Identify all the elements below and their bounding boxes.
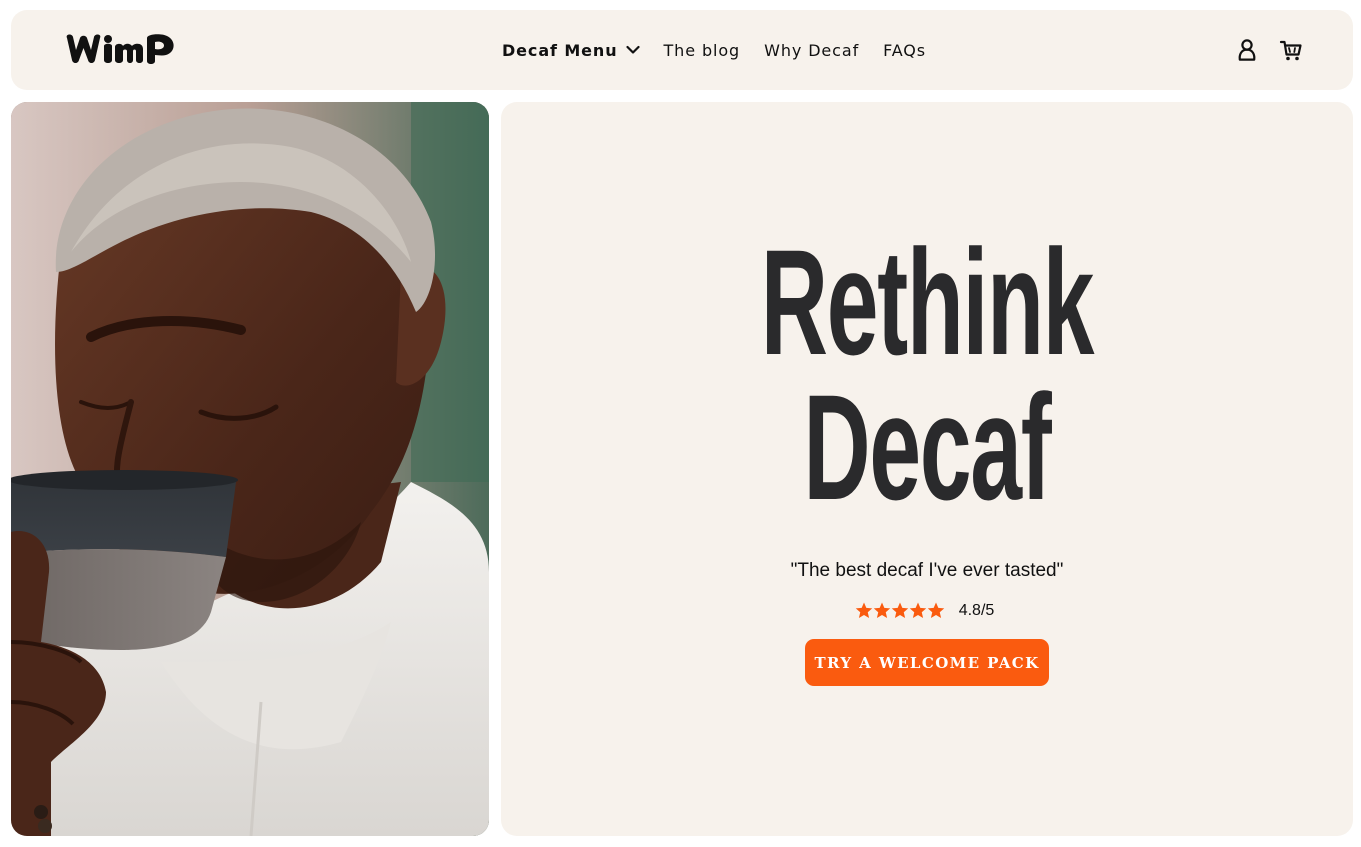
nav-faqs-label: FAQs [883, 40, 927, 60]
nav-faqs[interactable]: FAQs [883, 41, 926, 60]
chevron-down-icon [625, 45, 640, 54]
star-icon [909, 601, 926, 618]
star-icon [873, 601, 890, 618]
star-icon [927, 601, 944, 618]
cart-icon[interactable] [1279, 37, 1303, 63]
header-actions [1235, 37, 1303, 63]
site-header: Decaf Menu The blog Why Decaf FAQs [11, 10, 1353, 90]
nav-the-blog[interactable]: The blog [664, 41, 741, 60]
hero-headline: Rethink Decaf [663, 218, 1191, 531]
rating-stars [855, 601, 945, 619]
star-icon [891, 601, 908, 618]
rating-row: 4.8/5 [501, 600, 1353, 620]
man-drinking-coffee-image [11, 102, 489, 836]
wimp-logo[interactable] [63, 30, 179, 70]
nav-decaf-menu-label: Decaf Menu [502, 40, 618, 60]
nav-decaf-menu[interactable]: Decaf Menu [502, 41, 640, 60]
rating-value: 4.8/5 [958, 602, 995, 619]
headline-line-2: Decaf [803, 363, 1051, 531]
nav-why-decaf[interactable]: Why Decaf [764, 41, 859, 60]
main-nav: Decaf Menu The blog Why Decaf FAQs [502, 10, 926, 90]
hero-panel: Rethink Decaf "The best decaf I've ever … [501, 102, 1353, 836]
hero-photo [11, 102, 489, 836]
headline-line-1: Rethink [760, 218, 1095, 386]
nav-the-blog-label: The blog [663, 40, 741, 60]
testimonial-quote: "The best decaf I've ever tasted" [790, 560, 1064, 581]
star-icon [855, 601, 872, 618]
nav-why-decaf-label: Why Decaf [764, 40, 860, 60]
try-welcome-pack-button[interactable]: TRY A WELCOME PACK [805, 639, 1049, 686]
account-icon[interactable] [1235, 37, 1259, 63]
